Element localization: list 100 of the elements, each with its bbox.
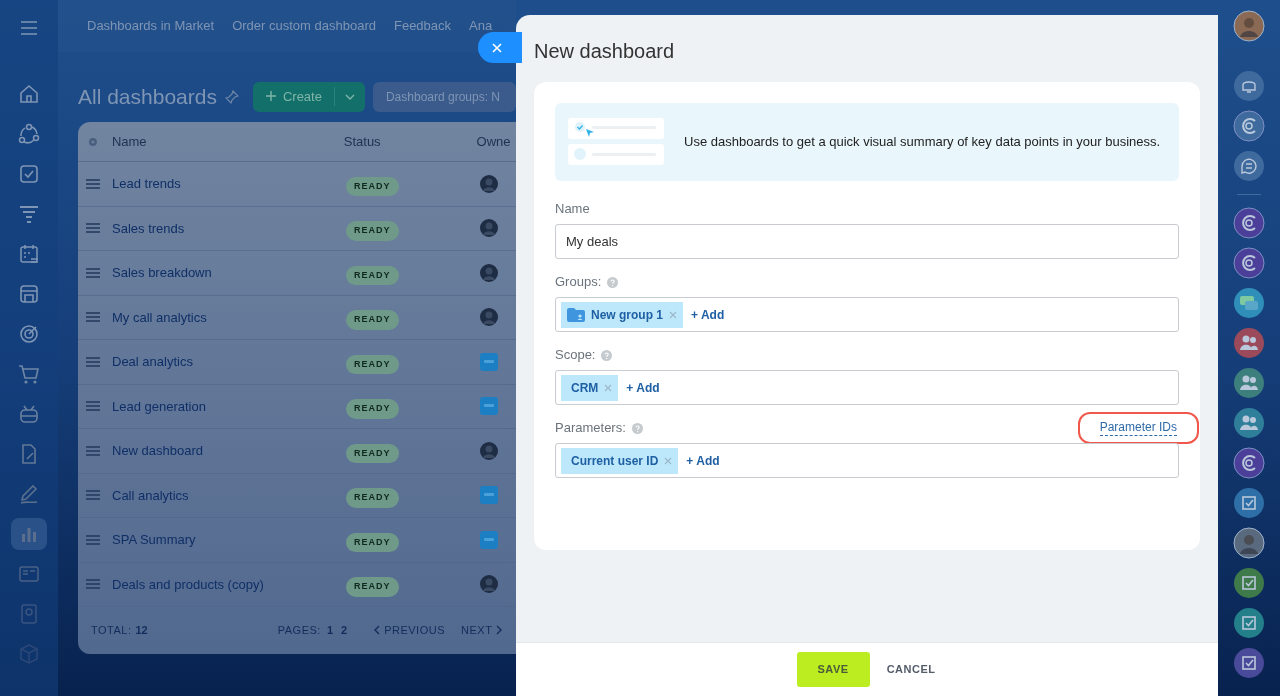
nav-link[interactable]: Dashboards in Market bbox=[87, 16, 215, 36]
home-icon bbox=[18, 83, 40, 105]
dashboard-link[interactable]: New dashboard bbox=[112, 441, 346, 461]
dashboard-link[interactable]: SPA Summary bbox=[112, 530, 346, 550]
copilot-icon[interactable] bbox=[1233, 447, 1265, 479]
avatar-icon bbox=[480, 174, 498, 193]
nav-link[interactable]: Ana bbox=[469, 16, 493, 36]
avatar-icon[interactable] bbox=[1233, 527, 1265, 559]
group-icon[interactable] bbox=[1233, 367, 1265, 399]
avatar-icon[interactable] bbox=[1233, 10, 1265, 42]
app-icon bbox=[480, 530, 498, 549]
nav-link[interactable]: Feedback bbox=[393, 16, 452, 36]
page-link[interactable]: 2 bbox=[341, 621, 348, 639]
group-icon[interactable] bbox=[1233, 407, 1265, 439]
drag-handle-icon[interactable] bbox=[86, 445, 100, 456]
nodes-icon bbox=[18, 123, 40, 145]
avatar-icon bbox=[480, 575, 498, 594]
drag-handle-icon[interactable] bbox=[86, 312, 100, 323]
next-link[interactable]: NEXT bbox=[461, 621, 504, 639]
funnel-icon bbox=[18, 203, 40, 225]
column-header[interactable]: Name bbox=[111, 131, 344, 152]
info-text: Use dashboards to get a quick visual summary of key data points in your business. bbox=[684, 133, 1161, 152]
remove-icon[interactable] bbox=[669, 310, 677, 319]
drag-handle-icon[interactable] bbox=[86, 579, 100, 590]
group-icon[interactable] bbox=[1233, 327, 1265, 359]
tag-field[interactable]: Current user ID + Add bbox=[555, 443, 1179, 478]
tag-label: CRM bbox=[570, 379, 599, 397]
column-header[interactable]: Status bbox=[343, 131, 477, 152]
dashboard-link[interactable]: Lead generation bbox=[112, 396, 346, 416]
app-icon bbox=[480, 486, 498, 505]
save-button[interactable]: SAVE bbox=[796, 652, 870, 687]
status-badge: READY bbox=[346, 443, 399, 463]
page-link[interactable]: 1 bbox=[326, 621, 334, 639]
tag-label: New group 1 bbox=[591, 306, 663, 324]
app-icon bbox=[480, 397, 498, 416]
add-link[interactable]: + Add bbox=[626, 378, 660, 397]
close-button[interactable] bbox=[478, 32, 522, 63]
task-icon[interactable] bbox=[1233, 487, 1265, 519]
avatar-icon bbox=[480, 219, 498, 238]
total-label: TOTAL: bbox=[91, 622, 132, 638]
dashboard-link[interactable]: My call analytics bbox=[112, 307, 346, 327]
help-icon[interactable] bbox=[601, 349, 613, 361]
help-icon[interactable] bbox=[607, 276, 619, 288]
status-badge: READY bbox=[346, 399, 399, 419]
tag-field[interactable]: New group 1 + Add bbox=[555, 297, 1179, 332]
avatar-icon bbox=[480, 263, 498, 282]
status-badge: READY bbox=[346, 221, 399, 241]
column-header[interactable]: Owne bbox=[476, 131, 516, 152]
field-label: Parameters: bbox=[555, 419, 626, 438]
task-icon[interactable] bbox=[1233, 607, 1265, 639]
close-icon bbox=[492, 42, 502, 53]
drag-handle-icon[interactable] bbox=[86, 267, 100, 278]
drag-handle-icon[interactable] bbox=[86, 356, 100, 367]
drag-handle-icon[interactable] bbox=[86, 223, 100, 234]
drag-handle-icon[interactable] bbox=[86, 401, 100, 412]
cancel-button[interactable]: CANCEL bbox=[884, 652, 938, 687]
remove-icon[interactable] bbox=[604, 383, 613, 392]
status-badge: READY bbox=[346, 354, 399, 374]
bar-chart-nav-item[interactable] bbox=[11, 518, 47, 550]
chevron-left-icon bbox=[373, 625, 381, 635]
dashboard-link[interactable]: Deals and products (copy) bbox=[112, 574, 346, 594]
chat-bubbles-icon[interactable] bbox=[1233, 287, 1265, 319]
field-label: Groups: bbox=[555, 273, 602, 292]
create-button[interactable]: Create bbox=[252, 81, 365, 112]
caret-icon bbox=[343, 92, 356, 101]
status-badge: READY bbox=[346, 176, 399, 196]
previous-link[interactable]: PREVIOUS bbox=[373, 621, 445, 639]
remove-icon[interactable] bbox=[664, 456, 673, 465]
copilot-icon[interactable] bbox=[1233, 110, 1265, 142]
settings-icon[interactable] bbox=[87, 135, 99, 148]
drag-handle-icon[interactable] bbox=[86, 490, 100, 501]
dashboard-link[interactable]: Lead trends bbox=[112, 174, 346, 194]
help-icon[interactable] bbox=[631, 422, 643, 434]
task-icon[interactable] bbox=[1233, 567, 1265, 599]
dashboard-link[interactable]: Sales trends bbox=[112, 218, 346, 238]
field-label: Name bbox=[555, 200, 590, 219]
copilot-icon[interactable] bbox=[1233, 207, 1265, 239]
pen-icon bbox=[18, 483, 40, 505]
tag-field[interactable]: CRM + Add bbox=[555, 370, 1179, 405]
drag-handle-icon[interactable] bbox=[86, 534, 100, 545]
add-link[interactable]: + Add bbox=[691, 305, 725, 324]
plus-icon bbox=[264, 89, 277, 102]
status-badge: READY bbox=[346, 488, 399, 508]
dashboard-link[interactable]: Deal analytics bbox=[112, 352, 346, 372]
add-link[interactable]: + Add bbox=[686, 451, 720, 470]
name-field[interactable]: My deals bbox=[555, 224, 1179, 259]
nav-link[interactable]: Order custom dashboard bbox=[232, 16, 376, 36]
chat-icon[interactable] bbox=[1233, 150, 1265, 182]
status-badge: READY bbox=[346, 310, 399, 330]
cart-icon bbox=[18, 363, 40, 385]
status-badge: READY bbox=[346, 532, 399, 552]
drag-handle-icon[interactable] bbox=[86, 178, 100, 189]
target-icon bbox=[18, 323, 40, 345]
parameter-ids-link[interactable]: Parameter IDs bbox=[1099, 420, 1177, 436]
filter-field[interactable]: Dashboard groups: N bbox=[372, 81, 516, 112]
checkbox-icon bbox=[18, 163, 40, 185]
dashboard-link[interactable]: Sales breakdown bbox=[112, 263, 346, 283]
copilot-icon[interactable] bbox=[1233, 247, 1265, 279]
dashboard-link[interactable]: Call analytics bbox=[112, 485, 346, 505]
task-icon[interactable] bbox=[1233, 647, 1265, 679]
